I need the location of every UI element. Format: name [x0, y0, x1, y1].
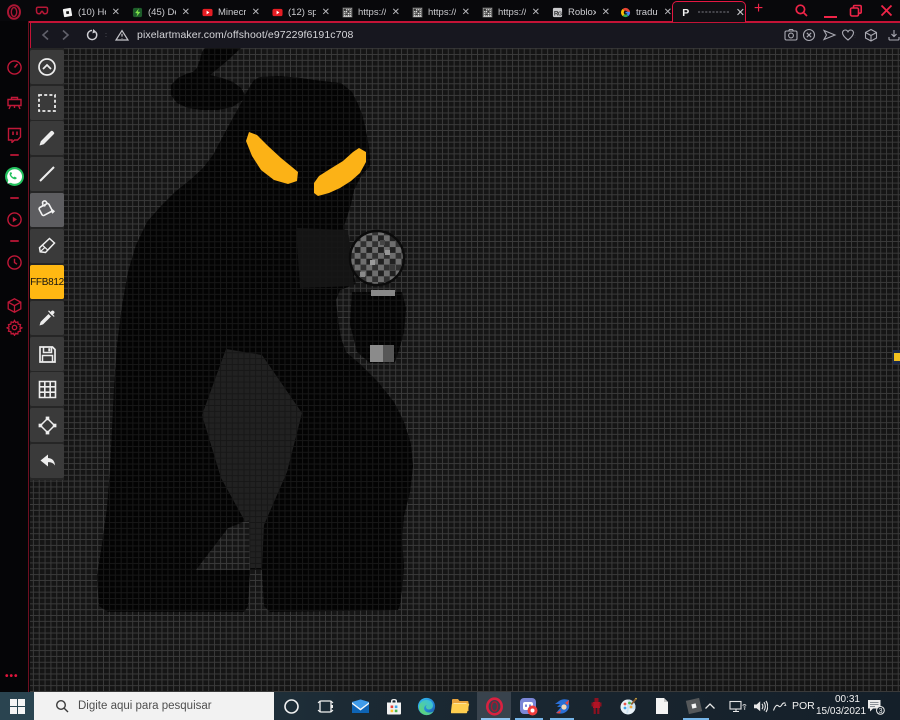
svg-text:3: 3 — [879, 708, 883, 715]
svg-text:G: G — [558, 11, 562, 17]
svg-text:P: P — [682, 7, 689, 18]
